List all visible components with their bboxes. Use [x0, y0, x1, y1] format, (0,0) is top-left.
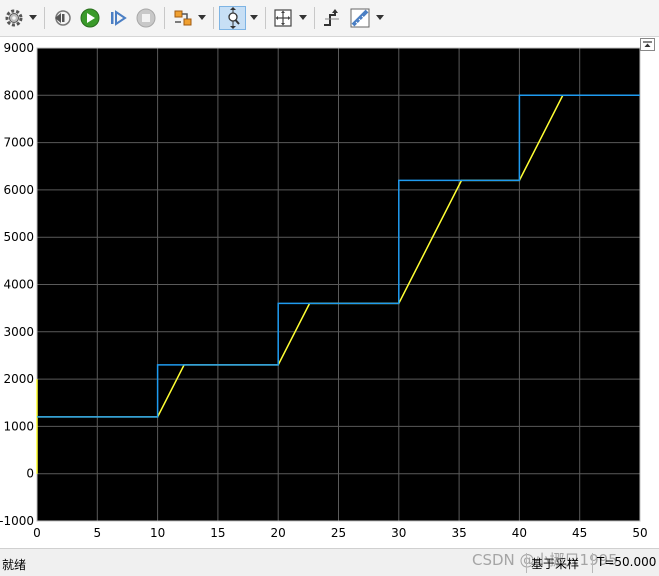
stop-icon: [136, 8, 156, 28]
y-tick-label: 7000: [3, 136, 34, 150]
highlight-dropdown-caret[interactable]: [197, 6, 207, 30]
y-tick-label: 2000: [3, 372, 34, 386]
y-tick-label: 5000: [3, 230, 34, 244]
gear-icon: [5, 9, 23, 27]
x-tick-label: 20: [271, 526, 286, 540]
toolbar-separator: [44, 7, 45, 29]
autoscale-button[interactable]: [271, 6, 295, 30]
chevron-down-icon: [299, 15, 307, 20]
toolbar-separator: [314, 7, 315, 29]
scope-figure: 0 5 10 15 20 25 30 35 40 45 50 -1000 0 1000 2000 3000 40…: [0, 37, 659, 548]
toolbar-separator: [164, 7, 165, 29]
settings-button[interactable]: [2, 6, 26, 30]
measurements-dropdown-caret[interactable]: [375, 6, 385, 30]
x-tick-label: 5: [93, 526, 101, 540]
x-tick-label: 45: [572, 526, 587, 540]
y-tick-label: 1000: [3, 419, 34, 433]
x-tick-label: 15: [210, 526, 225, 540]
triggers-button[interactable]: [320, 6, 344, 30]
step-back-button[interactable]: [50, 6, 74, 30]
autoscale-icon: [274, 9, 292, 27]
status-sim-time: T=50.000: [592, 553, 659, 573]
chevron-down-icon: [376, 15, 384, 20]
expand-axes-button[interactable]: [640, 38, 655, 51]
settings-dropdown-caret[interactable]: [28, 6, 38, 30]
y-tick-label: 4000: [3, 278, 34, 292]
step-forward-icon: [111, 10, 127, 26]
highlight-button[interactable]: [171, 6, 195, 30]
y-tick-label: -1000: [0, 514, 34, 528]
y-tick-label: 9000: [3, 41, 34, 55]
zoom-button[interactable]: [219, 6, 246, 30]
status-bar: 就绪 CSDN @小挪只1995 基于采样 T=50.000: [0, 548, 659, 576]
measurements-button[interactable]: [348, 6, 372, 30]
toolbar: [0, 0, 659, 37]
expand-icon: [643, 40, 652, 47]
y-tick-label: 8000: [3, 88, 34, 102]
y-tick-label: 3000: [3, 325, 34, 339]
y-tick-label: 6000: [3, 183, 34, 197]
autoscale-dropdown-caret[interactable]: [298, 6, 308, 30]
status-ready-text: 就绪: [2, 558, 27, 572]
step-back-icon: [55, 10, 71, 26]
y-tick-label: 0: [26, 467, 34, 481]
ruler-icon: [350, 8, 370, 28]
x-tick-label: 35: [451, 526, 466, 540]
x-tick-label: 25: [331, 526, 346, 540]
run-icon: [80, 8, 100, 28]
x-tick-label: 10: [150, 526, 165, 540]
status-sample-mode: 基于采样: [526, 553, 583, 573]
highlight-block-icon: [174, 10, 192, 26]
triggers-icon: [324, 9, 339, 26]
x-tick-label: 50: [632, 526, 647, 540]
x-tick-label: 30: [391, 526, 406, 540]
toolbar-separator: [213, 7, 214, 29]
zoom-icon: [227, 7, 240, 29]
scope-plot[interactable]: 0 5 10 15 20 25 30 35 40 45 50-1000010002000300040…: [0, 37, 659, 548]
chevron-down-icon: [250, 15, 258, 20]
chevron-down-icon: [198, 15, 206, 20]
x-tick-label: 0: [33, 526, 41, 540]
chevron-down-icon: [29, 15, 37, 20]
zoom-dropdown-caret[interactable]: [249, 6, 259, 30]
run-button[interactable]: [78, 6, 102, 30]
stop-button[interactable]: [134, 6, 158, 30]
toolbar-separator: [265, 7, 266, 29]
step-forward-button[interactable]: [106, 6, 130, 30]
x-tick-label: 40: [512, 526, 527, 540]
